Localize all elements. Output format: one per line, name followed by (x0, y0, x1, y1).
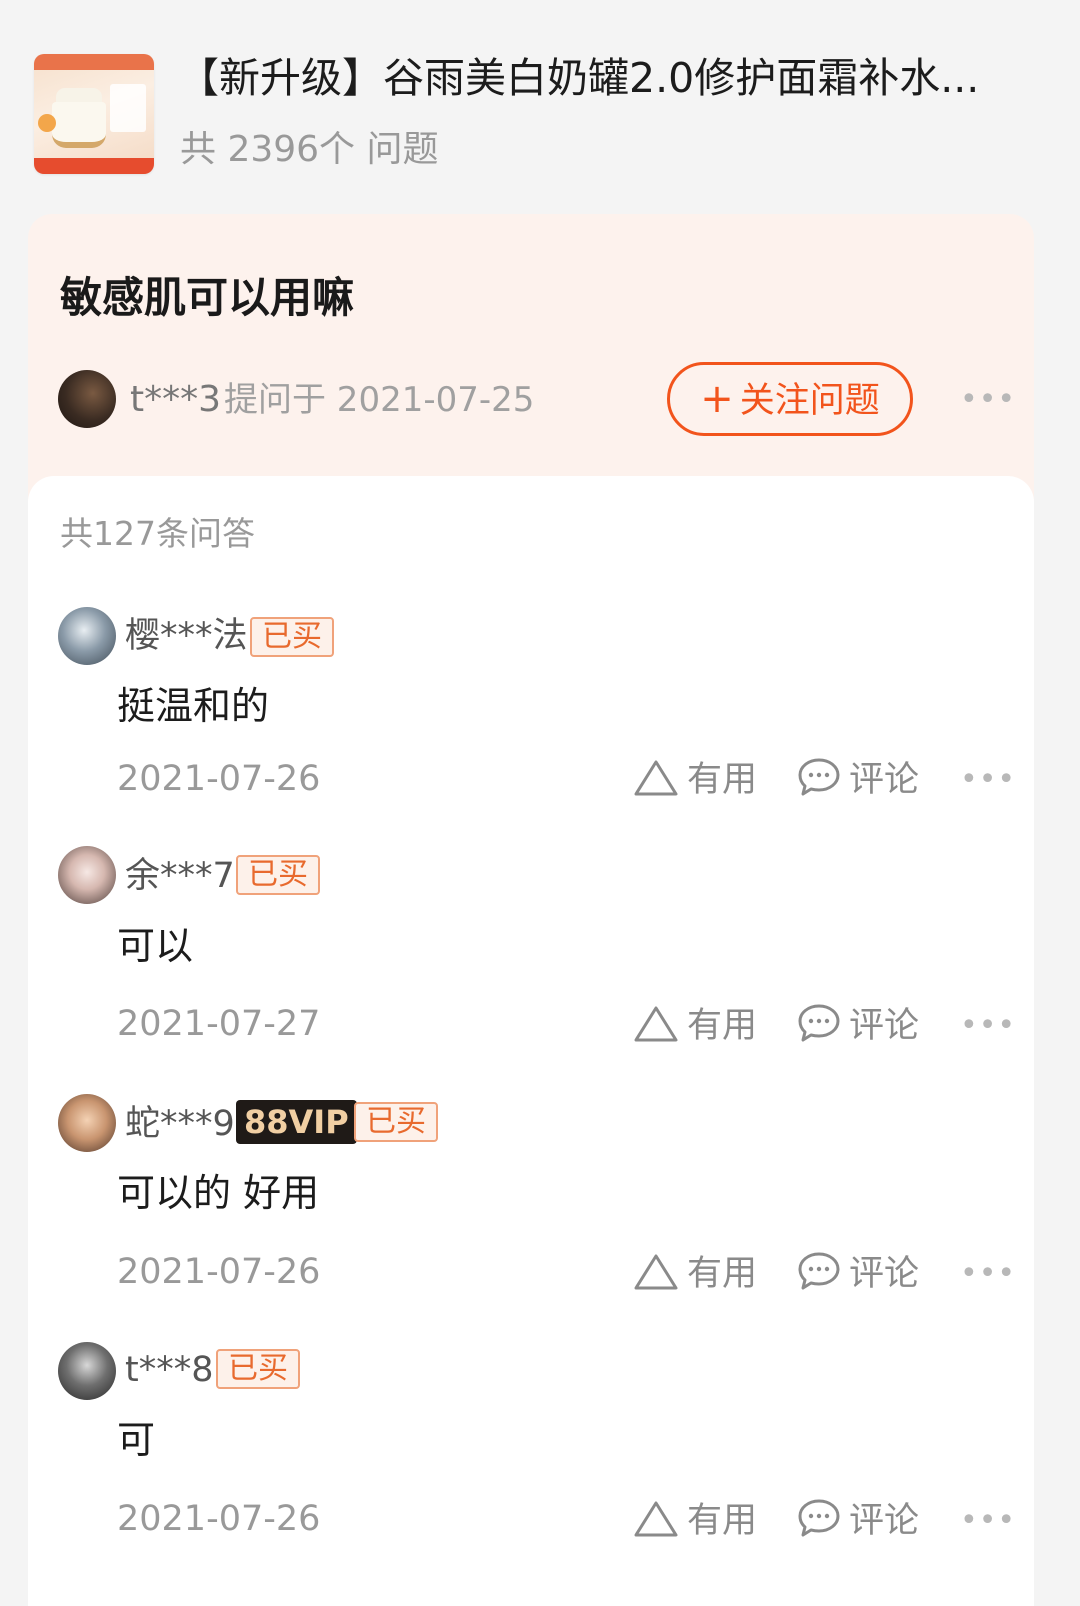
asker-avatar[interactable] (58, 370, 116, 428)
answer-username[interactable]: 余***7 (125, 852, 235, 900)
question-more-icon[interactable]: ••• (960, 385, 1016, 415)
comment-bubble-icon (798, 1499, 840, 1537)
thumb-up-triangle-icon (634, 1006, 678, 1042)
answer-more-icon[interactable]: ••• (960, 1011, 1016, 1041)
useful-label: 有用 (687, 1006, 758, 1046)
bought-tag: 已买 (250, 617, 334, 657)
answer-avatar[interactable] (58, 1342, 116, 1400)
useful-button[interactable]: 有用 (633, 1002, 757, 1050)
question-text: 敏感肌可以用嘛 (60, 273, 355, 322)
answer-more-icon[interactable]: ••• (960, 765, 1016, 795)
bought-tag: 已买 (354, 1102, 438, 1142)
answer-text: 挺温和的 (117, 684, 270, 728)
answer-more-icon[interactable]: ••• (960, 1259, 1016, 1289)
comment-bubble-icon (798, 1004, 840, 1042)
plus-icon: + (700, 376, 734, 422)
product-title[interactable]: 【新升级】谷雨美白奶罐2.0修护面霜补水... (178, 50, 1028, 106)
useful-button[interactable]: 有用 (633, 1497, 757, 1545)
comment-label: 评论 (849, 1006, 920, 1046)
answer-date: 2021-07-27 (117, 1004, 321, 1044)
thumb-up-triangle-icon (634, 1254, 678, 1290)
asker-username[interactable]: t***3 (130, 376, 221, 424)
comment-button[interactable]: 评论 (797, 1497, 919, 1545)
comment-label: 评论 (849, 760, 920, 800)
comment-button[interactable]: 评论 (797, 1250, 919, 1298)
thumbnail-bottom-band (34, 158, 154, 174)
answers-total: 共127条问答 (60, 514, 255, 553)
answer-text: 可 (117, 1418, 156, 1462)
answer-date: 2021-07-26 (117, 1499, 321, 1539)
comment-button[interactable]: 评论 (797, 1002, 919, 1050)
comment-bubble-icon (798, 1252, 840, 1290)
bought-tag: 已买 (236, 855, 320, 895)
comment-label: 评论 (849, 1501, 920, 1541)
answer-avatar[interactable] (58, 1094, 116, 1152)
thumb-up-triangle-icon (634, 1501, 678, 1537)
vip-badge: 88VIP (236, 1100, 357, 1144)
answer-username[interactable]: 蛇***9 (125, 1100, 235, 1148)
comment-label: 评论 (849, 1254, 920, 1294)
useful-label: 有用 (687, 760, 758, 800)
answer-avatar[interactable] (58, 846, 116, 904)
answer-date: 2021-07-26 (117, 1252, 321, 1292)
answer-text: 可以的 好用 (117, 1171, 320, 1215)
answer-more-icon[interactable]: ••• (960, 1506, 1016, 1536)
thumbnail-info-card (110, 84, 146, 132)
comment-button[interactable]: 评论 (797, 756, 919, 804)
useful-button[interactable]: 有用 (633, 756, 757, 804)
useful-button[interactable]: 有用 (633, 1250, 757, 1298)
answer-text: 可以 (117, 924, 194, 968)
jar-body (52, 102, 106, 148)
question-count: 共 2396个 问题 (180, 129, 439, 170)
useful-label: 有用 (687, 1254, 758, 1294)
follow-label: 关注问题 (739, 381, 880, 421)
thumbnail-badge (38, 114, 56, 132)
comment-bubble-icon (798, 758, 840, 796)
answer-username[interactable]: t***8 (125, 1346, 214, 1394)
follow-question-button[interactable]: + 关注问题 (667, 362, 913, 436)
useful-label: 有用 (687, 1501, 758, 1541)
product-header[interactable]: 【新升级】谷雨美白奶罐2.0修护面霜补水... 共 2396个 问题 (0, 0, 1080, 215)
answer-username[interactable]: 樱***法 (125, 612, 248, 660)
thumbnail-top-band (34, 54, 154, 70)
product-thumbnail[interactable] (34, 54, 154, 174)
asked-date: 提问于 2021-07-25 (224, 380, 535, 420)
answer-date: 2021-07-26 (117, 759, 321, 799)
thumb-up-triangle-icon (634, 760, 678, 796)
bought-tag: 已买 (216, 1349, 300, 1389)
answer-avatar[interactable] (58, 607, 116, 665)
